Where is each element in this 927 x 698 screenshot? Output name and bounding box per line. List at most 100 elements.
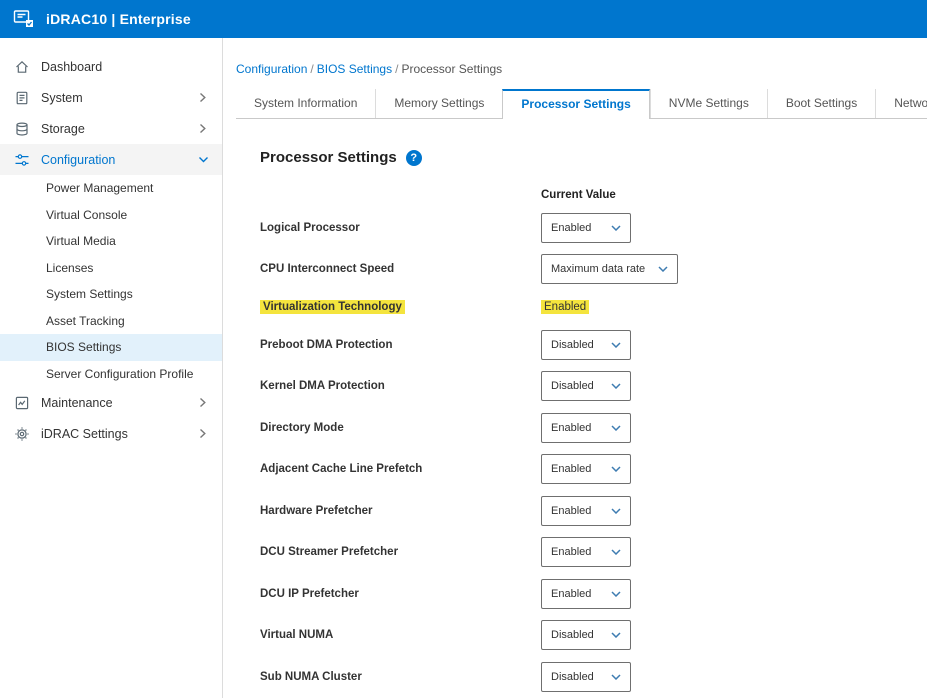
adjacent-cache-line-prefetch-select[interactable]: Enabled: [541, 454, 631, 484]
setting-row-cpu-interconnect-speed: CPU Interconnect Speed Maximum data rate: [260, 249, 927, 291]
sidebar-item-storage[interactable]: Storage: [0, 113, 222, 144]
setting-label: Virtual NUMA: [260, 629, 541, 641]
preboot-dma-protection-select[interactable]: Disabled: [541, 330, 631, 360]
processor-settings-panel: Processor Settings ? Current Value Logic…: [236, 119, 927, 698]
select-value: Enabled: [551, 422, 591, 434]
setting-label: Virtualization Technology: [260, 301, 541, 313]
setting-label: Adjacent Cache Line Prefetch: [260, 463, 541, 475]
setting-row-dcu-streamer-prefetcher: DCU Streamer PrefetcherEnabled: [260, 532, 927, 574]
setting-row-preboot-dma-protection: Preboot DMA ProtectionDisabled: [260, 324, 927, 366]
select-value: Enabled: [551, 588, 591, 600]
setting-row-virtualization-technology: Virtualization Technology Enabled: [260, 290, 927, 324]
breadcrumb-bios-settings[interactable]: BIOS Settings: [317, 62, 392, 76]
top-bar: iDRAC10 | Enterprise: [0, 0, 927, 38]
setting-row-directory-mode: Directory Mode Enabled: [260, 407, 927, 449]
dcu-streamer-prefetcher-select[interactable]: Enabled: [541, 537, 631, 567]
sidebar-item-label: Virtual Console: [46, 208, 127, 222]
tab-system-information[interactable]: System Information: [236, 89, 375, 119]
sidebar-item-server-configuration-profile[interactable]: Server Configuration Profile: [0, 361, 222, 388]
sidebar-item-system-settings[interactable]: System Settings: [0, 281, 222, 308]
select-value: Enabled: [551, 505, 591, 517]
sub-numa-cluster-select[interactable]: Disabled: [541, 662, 631, 692]
setting-row-adjacent-cache-line-prefetch: Adjacent Cache Line PrefetchEnabled: [260, 449, 927, 491]
sidebar-item-label: BIOS Settings: [46, 340, 121, 354]
setting-row-sub-numa-cluster: Sub NUMA Cluster Disabled: [260, 656, 927, 698]
main-content: Configuration/BIOS Settings/Processor Se…: [223, 38, 927, 698]
sidebar-item-bios-settings[interactable]: BIOS Settings: [0, 334, 222, 361]
sidebar-item-label: Maintenance: [41, 396, 187, 410]
sidebar-item-virtual-console[interactable]: Virtual Console: [0, 202, 222, 229]
configuration-icon: [14, 152, 30, 168]
sidebar-item-system[interactable]: System: [0, 82, 222, 113]
sidebar-item-label: Server Configuration Profile: [46, 367, 193, 381]
setting-label: Sub NUMA Cluster: [260, 671, 541, 683]
hardware-prefetcher-select[interactable]: Enabled: [541, 496, 631, 526]
help-icon[interactable]: ?: [406, 150, 422, 166]
chevron-down-icon: [611, 591, 621, 597]
cpu-interconnect-speed-select[interactable]: Maximum data rate: [541, 254, 678, 284]
sidebar-item-label: Storage: [41, 122, 187, 136]
tab-boot-settings[interactable]: Boot Settings: [767, 89, 875, 119]
maintenance-icon: [14, 395, 30, 411]
sidebar-nav: Dashboard System Storage Configuration Power…: [0, 51, 222, 449]
sidebar-item-idrac-settings[interactable]: iDRAC Settings: [0, 418, 222, 449]
select-value: Maximum data rate: [551, 263, 645, 275]
setting-row-kernel-dma-protection: Kernel DMA ProtectionDisabled: [260, 366, 927, 408]
sidebar-item-label: Asset Tracking: [46, 314, 125, 328]
tab-processor-settings[interactable]: Processor Settings: [502, 89, 649, 119]
idrac-logo-icon: [12, 8, 36, 30]
tab-nvme-settings[interactable]: NVMe Settings: [650, 89, 767, 119]
sidebar-item-label: Licenses: [46, 261, 93, 275]
setting-row-dcu-ip-prefetcher: DCU IP PrefetcherEnabled: [260, 573, 927, 615]
logical-processor-select[interactable]: Enabled: [541, 213, 631, 243]
select-value: Enabled: [551, 222, 591, 234]
breadcrumb-configuration[interactable]: Configuration: [236, 62, 307, 76]
chevron-down-icon: [611, 383, 621, 389]
app-title: iDRAC10 | Enterprise: [46, 11, 191, 27]
chevron-down-icon: [198, 154, 210, 166]
setting-label: CPU Interconnect Speed: [260, 263, 541, 275]
setting-label: DCU Streamer Prefetcher: [260, 546, 541, 558]
chevron-down-icon: [611, 225, 621, 231]
sidebar-item-label: Dashboard: [41, 60, 210, 74]
tab-network-set[interactable]: Network Set: [875, 89, 927, 119]
home-icon: [14, 59, 30, 75]
setting-row-virtual-numa: Virtual NUMADisabled: [260, 615, 927, 657]
setting-label: Directory Mode: [260, 422, 541, 434]
setting-row-hardware-prefetcher: Hardware Prefetcher Enabled: [260, 490, 927, 532]
chevron-down-icon: [611, 549, 621, 555]
highlight-mark: Virtualization Technology: [260, 300, 405, 314]
sidebar-item-label: Power Management: [46, 181, 153, 195]
chevron-down-icon: [611, 425, 621, 431]
dcu-ip-prefetcher-select[interactable]: Enabled: [541, 579, 631, 609]
chevron-down-icon: [611, 342, 621, 348]
sidebar-item-label: System: [41, 91, 187, 105]
sidebar-item-asset-tracking[interactable]: Asset Tracking: [0, 308, 222, 335]
tab-memory-settings[interactable]: Memory Settings: [375, 89, 502, 119]
select-value: Disabled: [551, 339, 594, 351]
tab-bar: System InformationMemory SettingsProcess…: [236, 89, 927, 119]
sidebar-item-label: System Settings: [46, 287, 133, 301]
settings-rows: Logical ProcessorEnabledCPU Interconnect…: [260, 207, 927, 698]
page-title: Processor Settings: [260, 149, 397, 166]
select-value: Disabled: [551, 380, 594, 392]
chevron-right-icon: [198, 123, 210, 135]
directory-mode-select[interactable]: Enabled: [541, 413, 631, 443]
page-head: Processor Settings ?: [260, 149, 927, 166]
chevron-right-icon: [198, 428, 210, 440]
setting-label: Hardware Prefetcher: [260, 505, 541, 517]
sidebar-item-maintenance[interactable]: Maintenance: [0, 387, 222, 418]
sidebar-item-configuration[interactable]: Configuration: [0, 144, 222, 175]
chevron-down-icon: [611, 466, 621, 472]
virtual-numa-select[interactable]: Disabled: [541, 620, 631, 650]
breadcrumb: Configuration/BIOS Settings/Processor Se…: [236, 62, 927, 76]
sidebar-item-licenses[interactable]: Licenses: [0, 255, 222, 282]
sidebar-item-power-management[interactable]: Power Management: [0, 175, 222, 202]
breadcrumb-separator: /: [307, 62, 316, 76]
sidebar-item-virtual-media[interactable]: Virtual Media: [0, 228, 222, 255]
setting-value: Enabled: [541, 300, 589, 314]
select-value: Disabled: [551, 671, 594, 683]
kernel-dma-protection-select[interactable]: Disabled: [541, 371, 631, 401]
sidebar-item-label: Configuration: [41, 153, 187, 167]
sidebar-item-dashboard[interactable]: Dashboard: [0, 51, 222, 82]
